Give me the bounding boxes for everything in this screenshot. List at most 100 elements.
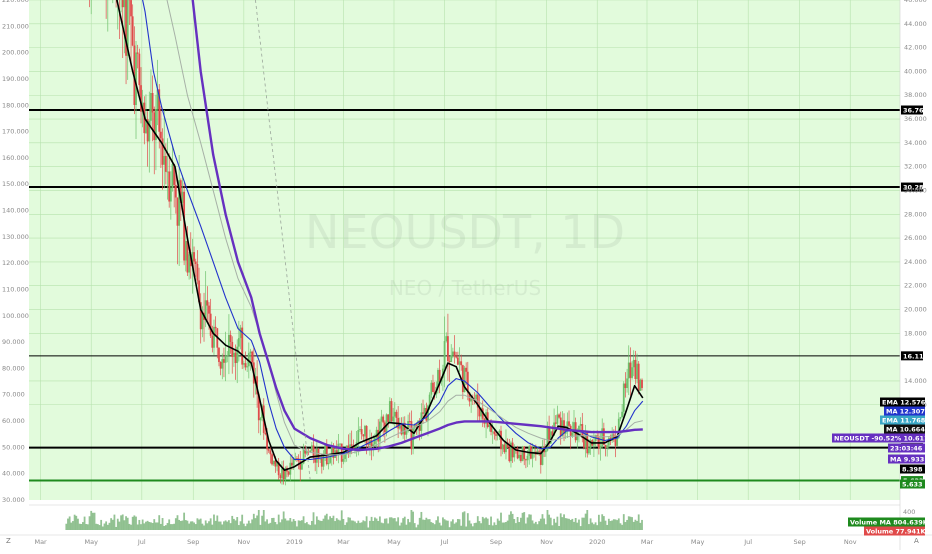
candle-body[interactable] — [243, 363, 245, 364]
candle-body[interactable] — [449, 361, 451, 362]
candle-body[interactable] — [502, 445, 504, 450]
candle-body[interactable] — [523, 446, 525, 459]
candle-body[interactable] — [319, 459, 321, 460]
candle-body[interactable] — [503, 445, 505, 453]
candle-body[interactable] — [238, 338, 240, 347]
candle-body[interactable] — [387, 414, 389, 422]
candle-body[interactable] — [545, 450, 547, 452]
candle-body[interactable] — [215, 327, 217, 328]
candle-body[interactable] — [634, 360, 636, 379]
candle-body[interactable] — [386, 414, 388, 432]
candle-body[interactable] — [522, 446, 524, 461]
candle-body[interactable] — [364, 426, 366, 436]
candle-body[interactable] — [588, 448, 590, 453]
candle-body[interactable] — [555, 423, 557, 424]
candle-body[interactable] — [580, 424, 582, 426]
candle-body[interactable] — [288, 472, 290, 475]
candle-body[interactable] — [351, 444, 353, 445]
candle-body[interactable] — [630, 363, 632, 378]
candle-body[interactable] — [240, 328, 242, 338]
candle-body[interactable] — [628, 363, 630, 379]
candle-body[interactable] — [444, 341, 446, 369]
candle-body[interactable] — [324, 445, 326, 454]
candle-body[interactable] — [245, 363, 247, 367]
candle-body[interactable] — [296, 458, 298, 459]
candle-body[interactable] — [246, 366, 248, 367]
candle-body[interactable] — [163, 156, 165, 165]
candle-body[interactable] — [153, 112, 155, 140]
candle-body[interactable] — [132, 16, 134, 45]
candle-body[interactable] — [228, 335, 230, 355]
candle-body[interactable] — [357, 430, 359, 442]
candle-body[interactable] — [500, 431, 502, 449]
candle-body[interactable] — [605, 445, 607, 448]
candle-body[interactable] — [382, 417, 384, 423]
candle-body[interactable] — [362, 434, 364, 436]
candle-body[interactable] — [177, 197, 179, 225]
candle-body[interactable] — [359, 429, 361, 430]
z-icon[interactable]: Z — [6, 537, 11, 545]
candle-body[interactable] — [447, 336, 449, 361]
candle-body[interactable] — [367, 444, 369, 445]
candle-body[interactable] — [527, 456, 529, 461]
candle-body[interactable] — [250, 352, 252, 354]
candle-body[interactable] — [236, 347, 238, 363]
candle-body[interactable] — [185, 241, 187, 261]
candle-body[interactable] — [213, 327, 215, 348]
candle-body[interactable] — [301, 464, 303, 470]
candle-body[interactable] — [220, 362, 222, 369]
candle-body[interactable] — [233, 353, 235, 357]
candle-body[interactable] — [381, 417, 383, 422]
candle-body[interactable] — [130, 0, 132, 16]
candle-body[interactable] — [321, 459, 323, 467]
candle-body[interactable] — [225, 356, 227, 363]
candle-body[interactable] — [454, 352, 456, 357]
candle-body[interactable] — [518, 455, 520, 458]
candle-body[interactable] — [583, 438, 585, 448]
candle-body[interactable] — [633, 360, 635, 367]
candle-body[interactable] — [172, 164, 174, 188]
candle-body[interactable] — [488, 425, 490, 427]
candle-body[interactable] — [251, 352, 253, 363]
candle-body[interactable] — [455, 357, 457, 358]
candle-body[interactable] — [616, 438, 618, 446]
candle-body[interactable] — [606, 446, 608, 448]
candle-body[interactable] — [235, 353, 237, 363]
candle-body[interactable] — [445, 336, 447, 341]
candle-body[interactable] — [620, 417, 622, 419]
candle-body[interactable] — [508, 448, 510, 461]
candle-body[interactable] — [626, 378, 628, 388]
candle-body[interactable] — [366, 426, 368, 444]
candle-body[interactable] — [265, 433, 267, 434]
candle-body[interactable] — [475, 395, 477, 399]
candle-body[interactable] — [631, 367, 633, 378]
candle-body[interactable] — [170, 188, 172, 202]
candle-body[interactable] — [394, 412, 396, 417]
candle-body[interactable] — [188, 254, 190, 272]
candle-body[interactable] — [268, 449, 270, 450]
candle-body[interactable] — [271, 454, 273, 464]
candle-body[interactable] — [279, 475, 281, 478]
candle-body[interactable] — [638, 364, 640, 391]
candle-body[interactable] — [193, 252, 195, 261]
candle-body[interactable] — [391, 401, 393, 421]
candle-body[interactable] — [354, 447, 356, 448]
candle-body[interactable] — [415, 425, 417, 426]
candle-body[interactable] — [615, 438, 617, 445]
price-chart[interactable]: NEOUSDT, 1D NEO / TetherUS 36.76030.2871… — [0, 0, 932, 550]
candle-body[interactable] — [165, 156, 167, 172]
candle-body[interactable] — [396, 412, 398, 418]
candle-body[interactable] — [465, 368, 467, 372]
candle-body[interactable] — [273, 461, 275, 465]
candle-body[interactable] — [600, 446, 602, 448]
candle-body[interactable] — [226, 355, 228, 356]
candle-body[interactable] — [168, 172, 170, 202]
candle-body[interactable] — [460, 361, 462, 365]
candle-body[interactable] — [196, 264, 198, 281]
candle-body[interactable] — [430, 383, 432, 395]
candle-body[interactable] — [294, 458, 296, 459]
candle-body[interactable] — [498, 431, 500, 433]
candle-body[interactable] — [221, 359, 223, 369]
candle-body[interactable] — [361, 429, 363, 434]
candle-body[interactable] — [167, 172, 169, 173]
